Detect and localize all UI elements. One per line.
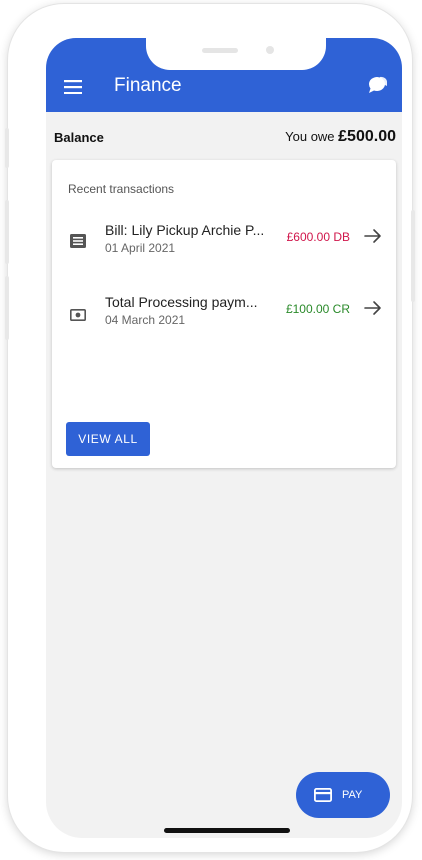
- balance-label: Balance: [54, 130, 104, 145]
- menu-icon[interactable]: [64, 80, 82, 94]
- phone-frame: Finance Balance You owe £500.00 Recent t…: [5, 4, 415, 852]
- transaction-title: Bill: Lily Pickup Archie P...: [105, 222, 265, 238]
- recent-transactions-card: Recent transactions Bill: Lily Pickup Ar…: [52, 160, 396, 468]
- arrow-right-icon[interactable]: [364, 300, 382, 316]
- transaction-item[interactable]: Bill: Lily Pickup Archie P... 01 April 2…: [52, 222, 396, 272]
- card-title: Recent transactions: [68, 182, 175, 196]
- side-button-right: [411, 210, 415, 302]
- view-all-button[interactable]: VIEW ALL: [66, 422, 150, 456]
- device-notch: [146, 38, 326, 70]
- transaction-date: 04 March 2021: [105, 313, 186, 327]
- receipt-icon: [70, 234, 86, 248]
- banknote-icon: [70, 308, 86, 321]
- pay-button-label: PAY: [342, 789, 363, 801]
- side-button-left-2: [5, 200, 9, 264]
- balance-summary: You owe £500.00: [285, 128, 396, 146]
- arrow-right-icon[interactable]: [364, 228, 382, 244]
- transaction-item[interactable]: Total Processing paym... 04 March 2021 £…: [52, 294, 396, 344]
- transaction-title: Total Processing paym...: [105, 294, 258, 310]
- side-button-left-3: [5, 276, 9, 340]
- pay-button[interactable]: PAY: [296, 772, 390, 818]
- front-camera: [266, 46, 274, 54]
- side-button-left-1: [5, 128, 9, 168]
- transaction-amount: £600.00 DB: [286, 230, 350, 244]
- balance-amount: £500.00: [338, 128, 396, 145]
- app-screen: Finance Balance You owe £500.00 Recent t…: [46, 38, 402, 838]
- transaction-date: 01 April 2021: [105, 241, 176, 255]
- chat-bubbles-icon[interactable]: [366, 74, 388, 96]
- speaker-grille: [202, 48, 238, 53]
- credit-card-icon: [314, 788, 332, 802]
- page-title: Finance: [114, 75, 182, 96]
- app-bar: Finance: [46, 38, 402, 112]
- transaction-amount: £100.00 CR: [285, 302, 350, 316]
- balance-prefix: You owe: [285, 129, 339, 144]
- home-indicator: [164, 828, 290, 833]
